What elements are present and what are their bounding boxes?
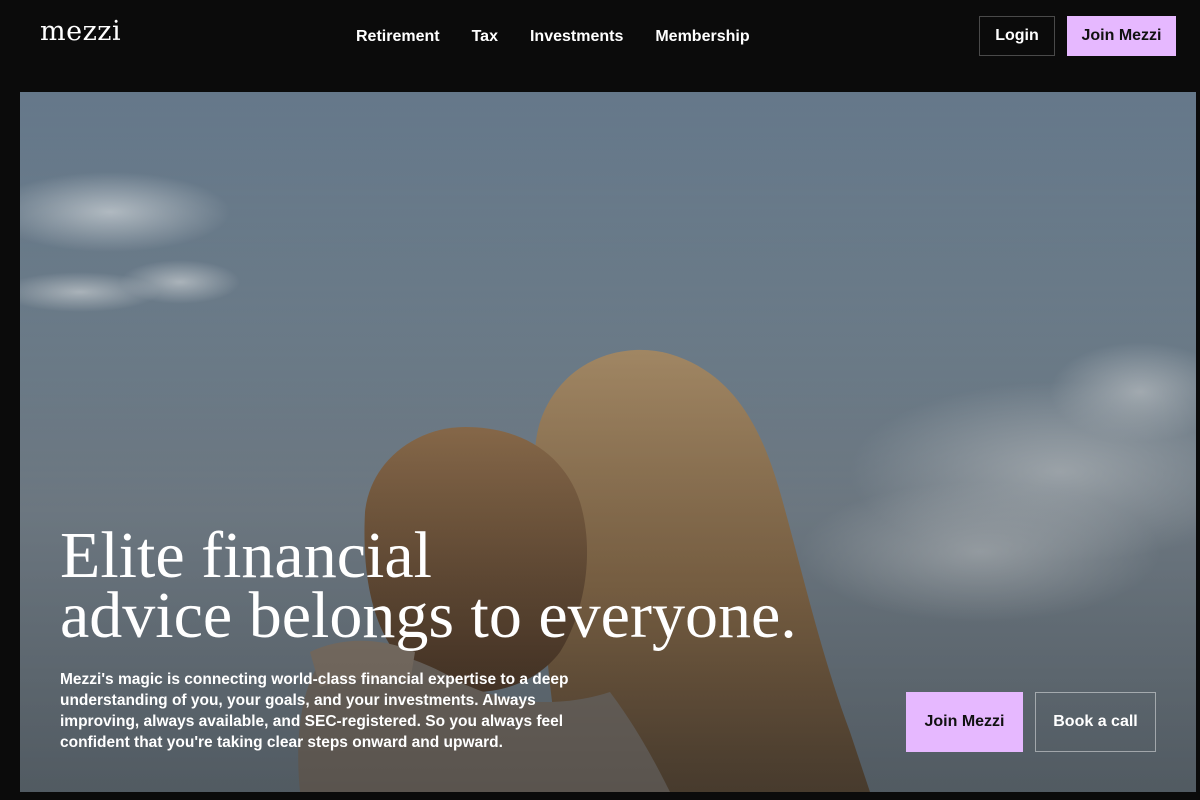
nav-link-tax[interactable]: Tax (472, 27, 498, 47)
hero-headline-line-1: Elite financial (60, 519, 432, 592)
join-button-header[interactable]: Join Mezzi (1067, 16, 1176, 56)
hero-section: Elite financial advice belongs to everyo… (20, 92, 1196, 792)
nav-link-investments[interactable]: Investments (530, 27, 623, 47)
join-button-hero[interactable]: Join Mezzi (906, 692, 1023, 752)
login-button[interactable]: Login (979, 16, 1055, 56)
nav-link-retirement[interactable]: Retirement (356, 27, 440, 47)
site-header: mezzi Retirement Tax Investments Members… (0, 0, 1200, 92)
nav-link-membership[interactable]: Membership (655, 27, 749, 47)
main-nav: Retirement Tax Investments Membership (356, 27, 782, 47)
hero-description: Mezzi's magic is connecting world-class … (60, 671, 569, 751)
book-call-button[interactable]: Book a call (1035, 692, 1156, 752)
hero-headline: Elite financial advice belongs to everyo… (60, 519, 797, 652)
brand-logo[interactable]: mezzi (40, 16, 121, 47)
hero-headline-line-2: advice belongs to everyone. (60, 579, 797, 652)
